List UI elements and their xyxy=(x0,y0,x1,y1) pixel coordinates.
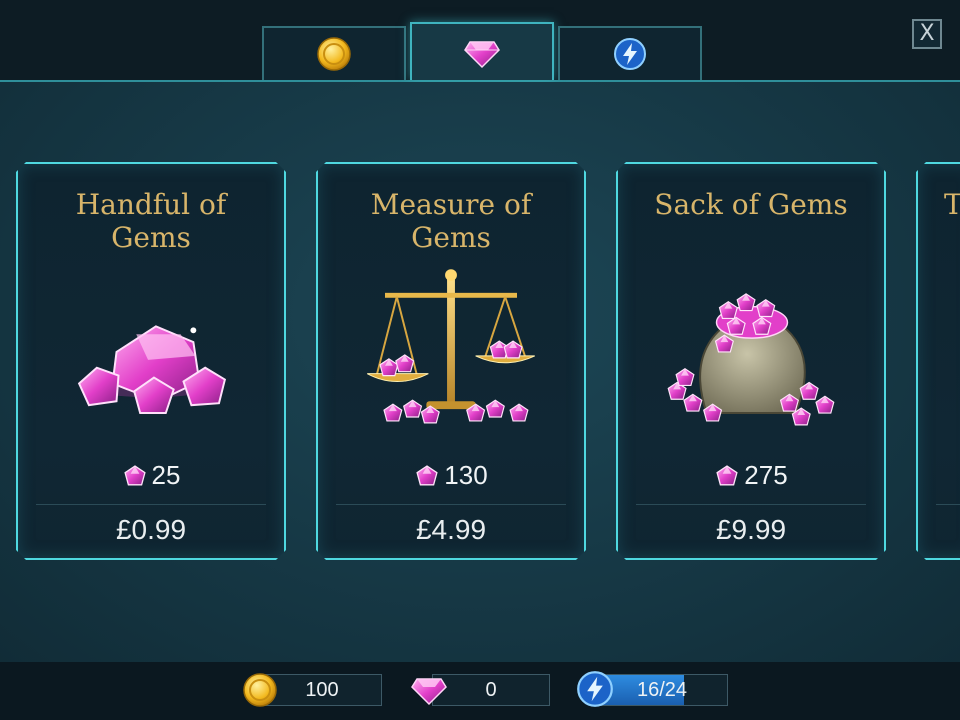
gem-balance-count: 0 xyxy=(485,679,497,701)
store-tab-bar: X xyxy=(0,0,960,82)
divider xyxy=(636,504,866,505)
offer-card-partial[interactable]: T xyxy=(916,162,960,560)
price-label[interactable]: £0.99 xyxy=(18,514,284,546)
gem-amount: 275 xyxy=(618,460,884,491)
card-title: Handful of Gems xyxy=(75,188,227,254)
tab-coins[interactable] xyxy=(262,26,406,80)
offer-card-handful[interactable]: Handful of Gems 25 £0.99 xyxy=(16,162,286,560)
divider xyxy=(336,504,566,505)
tab-energy[interactable] xyxy=(558,26,702,80)
pink-gem-icon xyxy=(411,678,447,706)
card-title: T xyxy=(944,188,960,221)
card-title: Measure of Gems xyxy=(370,188,532,254)
card-title: Sack of Gems xyxy=(654,188,848,221)
energy-bolt-icon xyxy=(614,38,646,70)
coin-balance: 100 xyxy=(262,674,382,706)
resource-bar: 100 0 16/24 xyxy=(0,662,960,720)
gem-icon xyxy=(122,465,148,487)
energy-bolt-icon xyxy=(577,671,613,707)
energy-count: 16/24 xyxy=(636,679,688,701)
pink-gem-icon xyxy=(464,41,500,69)
price-label[interactable]: £4.99 xyxy=(318,514,584,546)
tab-gems[interactable] xyxy=(410,22,554,80)
golden-scales-icon xyxy=(318,264,584,434)
gem-balance: 0 xyxy=(432,674,550,706)
gem-amount: 25 xyxy=(18,460,284,491)
gem-sack-icon xyxy=(618,264,884,434)
gem-pile-icon xyxy=(18,264,284,434)
divider xyxy=(936,504,960,505)
gold-coin-icon xyxy=(243,673,277,707)
coin-count: 100 xyxy=(305,679,339,701)
energy-meter: 16/24 xyxy=(596,674,728,706)
gem-amount: 130 xyxy=(318,460,584,491)
close-button[interactable]: X xyxy=(912,19,942,49)
offer-card-sack[interactable]: Sack of Gems 275 £9.99 xyxy=(616,162,886,560)
gold-coin-icon xyxy=(317,37,351,71)
gem-icon xyxy=(714,465,740,487)
offer-card-measure[interactable]: Measure of Gems 130 £4.99 xyxy=(316,162,586,560)
divider xyxy=(36,504,266,505)
price-label[interactable]: £9.99 xyxy=(618,514,884,546)
gem-icon xyxy=(414,465,440,487)
